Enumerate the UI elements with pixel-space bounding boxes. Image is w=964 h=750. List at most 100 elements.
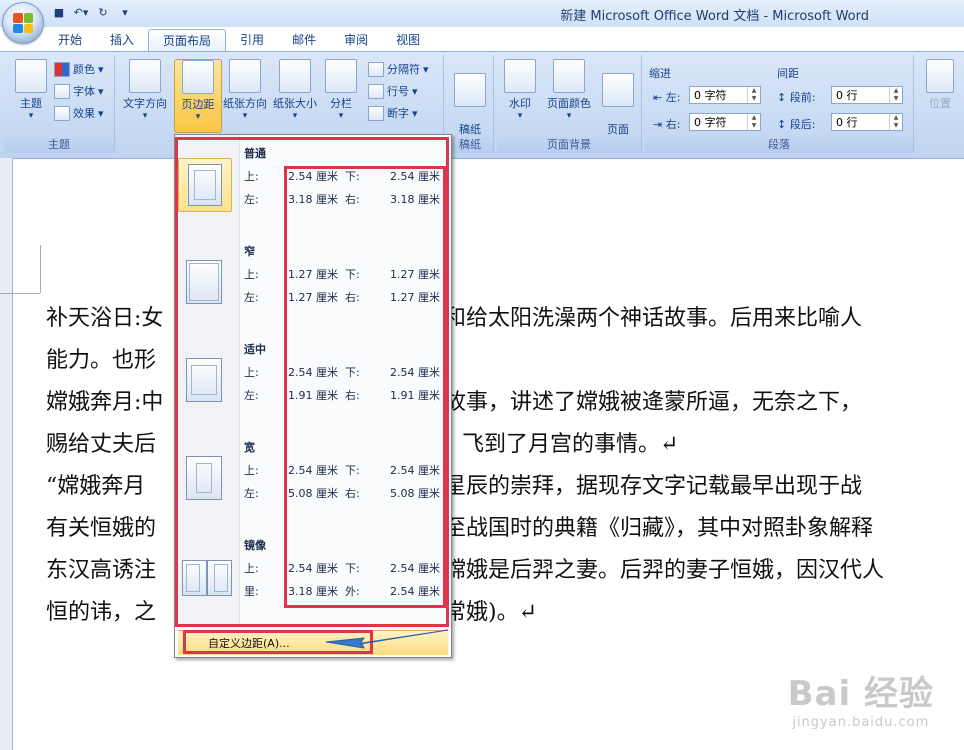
tab-references[interactable]: 引用 <box>226 29 278 51</box>
left-indent-input[interactable]: 0 字符 ▲ ▼ <box>689 86 761 104</box>
margin-preset-wide[interactable] <box>182 454 222 500</box>
doc-text-line: 和给太阳洗澡两个神话故事。后用来比喻人 <box>444 306 863 331</box>
page-margins-icon <box>186 358 222 402</box>
margin-preset-normal[interactable] <box>178 158 232 212</box>
ribbon: 主题 ▾ 颜色 ▾ 字体 ▾ 效果 ▾ 主题 文字方向 ▾ 页边距 ▾ 纸张方向… <box>0 51 964 159</box>
space-after-icon: ↕ <box>777 118 787 131</box>
doc-text-line: 嫦娥奔月:中 <box>46 390 164 415</box>
draft-paper-icon <box>454 73 486 107</box>
page-margins-icon <box>188 164 222 206</box>
margins-button[interactable]: 页边距 ▾ <box>174 59 222 133</box>
indent-right-icon: ⇥ <box>653 118 663 131</box>
breaks-button[interactable]: 分隔符 ▾ <box>368 61 429 77</box>
position-button[interactable]: 位置 <box>920 59 960 111</box>
spinner-icon[interactable]: ▲ ▼ <box>747 114 760 130</box>
vertical-ruler <box>0 158 13 750</box>
chevron-down-icon: ▾ <box>338 111 344 121</box>
paper-group-label: 稿纸 <box>447 137 493 153</box>
tab-review[interactable]: 审阅 <box>330 29 382 51</box>
doc-text-line: 常娥)。↵ <box>444 600 538 625</box>
page-margins-icon <box>207 560 232 596</box>
hyphenation-icon <box>368 105 384 121</box>
colors-icon <box>54 61 70 77</box>
breaks-icon <box>368 61 384 77</box>
page-background-group: 水印 ▾ 页面颜色 ▾ 页面 边框 页面背景 <box>497 55 642 153</box>
tab-view[interactable]: 视图 <box>382 29 434 51</box>
annotation-arrow <box>325 629 449 649</box>
space-after-input[interactable]: 0 行 ▲ ▼ <box>831 113 903 131</box>
tab-mailings[interactable]: 邮件 <box>278 29 330 51</box>
page-corner-mark <box>0 293 40 294</box>
chevron-down-icon: ▾ <box>142 111 148 121</box>
chevron-down-icon: ▾ <box>28 111 34 121</box>
doc-text-line: 东汉高诱注 <box>46 558 157 583</box>
text-direction-button[interactable]: 文字方向 ▾ <box>122 59 168 121</box>
hyphenation-button[interactable]: 断字 ▾ <box>368 105 418 121</box>
chevron-down-icon: ▾ <box>517 111 523 121</box>
page-margins-icon <box>186 456 222 500</box>
spinner-icon[interactable]: ▲ ▼ <box>747 87 760 103</box>
office-button[interactable] <box>2 2 44 44</box>
columns-button[interactable]: 分栏 ▾ <box>318 59 364 121</box>
page-margins-icon <box>182 560 207 596</box>
title-bar: ■ ↶▾ ↻ ▾ 新建 Microsoft Office Word 文档 - M… <box>0 0 964 27</box>
tab-page-layout[interactable]: 页面布局 <box>148 29 227 52</box>
space-after-label: ↕ 段后: <box>777 118 816 131</box>
doc-text-line: 能力。也形 <box>46 348 157 373</box>
paper-size-icon <box>279 59 311 93</box>
page-corner-mark <box>40 245 41 293</box>
theme-button[interactable]: 主题 ▾ <box>8 59 54 121</box>
doc-text-line: 飞到了月宫的事情。↵ <box>462 432 679 457</box>
page-color-button[interactable]: 页面颜色 ▾ <box>543 59 595 121</box>
line-numbers-icon <box>368 83 384 99</box>
doc-text-line: 恒的讳，之 <box>46 600 157 625</box>
window-title: 新建 Microsoft Office Word 文档 - Microsoft … <box>560 9 869 24</box>
theme-icon <box>15 59 47 93</box>
space-before-label: ↕ 段前: <box>777 91 816 104</box>
columns-icon <box>325 59 357 93</box>
tab-home[interactable]: 开始 <box>44 29 96 51</box>
ribbon-tabs: 开始 插入 页面布局 引用 邮件 审阅 视图 <box>44 27 434 52</box>
doc-text-line: “嫦娥奔月 <box>46 474 146 499</box>
page-margins-icon <box>186 260 222 304</box>
space-before-icon: ↕ <box>777 91 787 104</box>
chevron-down-icon: ▾ <box>292 111 298 121</box>
text-direction-icon <box>129 59 161 93</box>
doc-text-line: 星辰的崇拜，据现存文字记载最早出现于战 <box>444 474 863 499</box>
margin-preset-title: 普通 <box>244 147 266 160</box>
watermark-button[interactable]: 水印 ▾ <box>497 59 543 121</box>
page-background-group-label: 页面背景 <box>497 137 641 153</box>
colors-button[interactable]: 颜色 ▾ <box>54 61 104 77</box>
watermark-url: jingyan.baidu.com <box>792 715 930 730</box>
page-color-icon <box>553 59 585 93</box>
effects-button[interactable]: 效果 ▾ <box>54 105 104 121</box>
chevron-down-icon: ▾ <box>566 111 572 121</box>
spacing-title: 间距 <box>777 67 799 80</box>
orientation-icon <box>229 59 261 93</box>
fonts-button[interactable]: 字体 ▾ <box>54 83 104 99</box>
office-logo-icon <box>13 13 33 33</box>
doc-text-line: 补天浴日:女 <box>46 306 164 331</box>
chevron-down-icon: ▾ <box>195 112 201 122</box>
size-button[interactable]: 纸张大小 ▾ <box>272 59 318 121</box>
margin-preset-moderate[interactable] <box>182 356 222 402</box>
line-numbers-button[interactable]: 行号 ▾ <box>368 83 418 99</box>
watermark-logo: Bai 经验 <box>787 674 934 714</box>
arrow-icon <box>325 629 449 649</box>
doc-text-line: 至战国时的典籍《归藏》，其中对照卦象解释 <box>444 516 874 541</box>
left-indent-label: ⇤ 左: <box>653 91 681 104</box>
margins-icon <box>182 60 214 94</box>
doc-text-line: 嫦娥是后羿之妻。后羿的妻子恒娥，因汉代人 <box>444 558 885 583</box>
spinner-icon[interactable]: ▲ ▼ <box>889 87 902 103</box>
indent-left-icon: ⇤ <box>653 91 663 104</box>
theme-group-label: 主题 <box>4 137 114 153</box>
tab-insert[interactable]: 插入 <box>96 29 148 51</box>
paper-group: 稿纸 设置 稿纸 <box>447 55 494 153</box>
orientation-button[interactable]: 纸张方向 ▾ <box>222 59 268 121</box>
space-before-input[interactable]: 0 行 ▲ ▼ <box>831 86 903 104</box>
margin-preset-mirrored[interactable] <box>180 556 232 598</box>
margin-preset-narrow[interactable] <box>182 258 222 304</box>
spinner-icon[interactable]: ▲ ▼ <box>889 114 902 130</box>
indent-title: 缩进 <box>649 67 671 80</box>
right-indent-input[interactable]: 0 字符 ▲ ▼ <box>689 113 761 131</box>
